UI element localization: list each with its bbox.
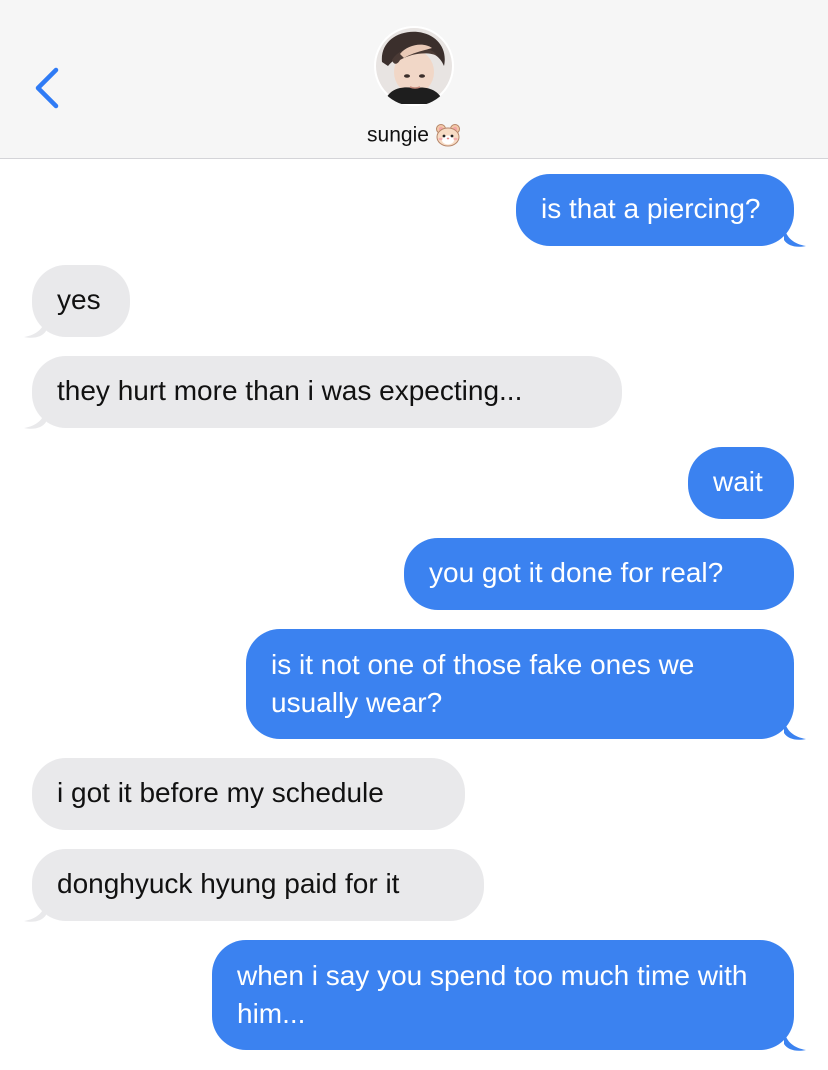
hamster-face-icon: [435, 123, 461, 147]
sent-bubble-tail: [784, 226, 806, 247]
received-message-bubble[interactable]: they hurt more than i was expecting...: [32, 356, 622, 428]
message-text: yes: [57, 284, 101, 315]
contact-name: sungie: [367, 123, 429, 147]
message-thread[interactable]: is that a piercing? yes they hurt more t…: [0, 158, 828, 1070]
received-bubble-tail: [24, 901, 46, 922]
message-text: wait: [713, 466, 763, 497]
avatar-photo: [374, 26, 454, 106]
message-text: is it not one of those fake ones we usua…: [271, 649, 695, 718]
back-button[interactable]: [28, 64, 68, 112]
message-text: when i say you spend too much time with …: [237, 960, 748, 1029]
contact-name-row[interactable]: sungie: [0, 120, 828, 150]
sent-message-bubble[interactable]: wait: [688, 447, 794, 519]
chevron-left-icon: [35, 67, 59, 109]
message-text: is that a piercing?: [541, 193, 761, 224]
sent-message-bubble[interactable]: is that a piercing?: [516, 174, 794, 246]
sent-message-bubble[interactable]: is it not one of those fake ones we usua…: [246, 629, 794, 739]
sent-message-bubble[interactable]: when i say you spend too much time with …: [212, 940, 794, 1050]
received-bubble-tail: [24, 317, 46, 338]
received-message-bubble[interactable]: i got it before my schedule: [32, 758, 465, 830]
received-bubble-tail: [24, 408, 46, 429]
message-text: they hurt more than i was expecting...: [57, 375, 523, 406]
message-text: you got it done for real?: [429, 557, 724, 588]
received-message-bubble[interactable]: yes: [32, 265, 130, 337]
sent-bubble-tail: [784, 719, 806, 740]
sent-message-bubble[interactable]: you got it done for real?: [404, 538, 794, 610]
message-text: i got it before my schedule: [57, 777, 384, 808]
contact-avatar[interactable]: [374, 26, 454, 106]
sent-bubble-tail: [784, 1030, 806, 1051]
received-message-bubble[interactable]: donghyuck hyung paid for it: [32, 849, 484, 921]
conversation-header: sungie: [0, 0, 828, 159]
message-text: donghyuck hyung paid for it: [57, 868, 400, 899]
